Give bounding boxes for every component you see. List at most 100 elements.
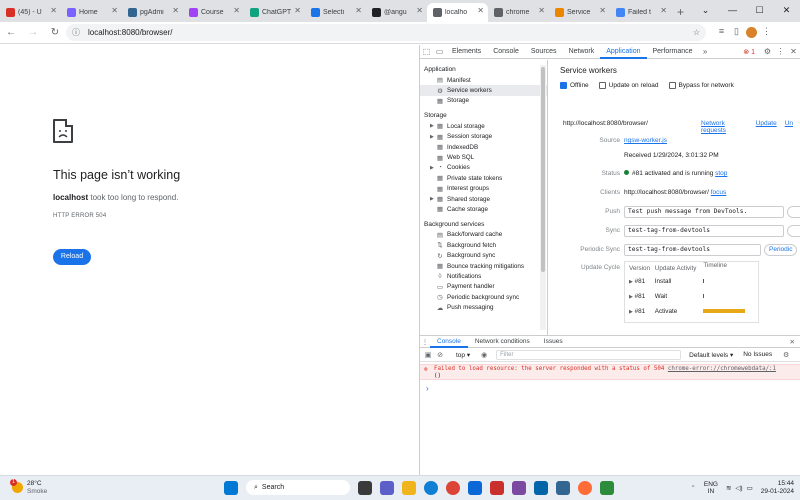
bypass-network-checkbox[interactable]: Bypass for network — [668, 82, 734, 89]
sidebar-item-bounce-tracking-mitigations[interactable]: ▦ Bounce tracking mitigations — [420, 261, 547, 271]
focus-link[interactable]: focus — [711, 189, 727, 196]
menu-kebab-icon[interactable]: ⋮ — [759, 26, 774, 40]
close-tab-icon[interactable]: ✕ — [599, 6, 606, 15]
forward-button[interactable]: → — [22, 27, 44, 38]
clear-console-icon[interactable]: ⊘ — [434, 351, 446, 359]
devtools-tab-application[interactable]: Application — [600, 45, 647, 59]
sidebar-item-session-storage[interactable]: ▶ ▦ Session storage — [420, 132, 547, 142]
devtools-tab-performance[interactable]: Performance — [647, 45, 699, 59]
browser-tab[interactable]: Selecti ✕ — [305, 3, 366, 22]
update-link[interactable]: Update — [756, 120, 777, 134]
sidebar-item-push-messaging[interactable]: ☁ Push messaging — [420, 302, 547, 312]
levels-dropdown[interactable]: Default levels ▾ — [689, 351, 733, 359]
issues-count[interactable]: No Issues — [743, 351, 772, 358]
table-row[interactable]: ▶ #81 Activate — [625, 304, 758, 319]
avatar[interactable] — [744, 26, 759, 40]
close-tab-icon[interactable]: ✕ — [172, 6, 179, 15]
bookmark-star-icon[interactable]: ☆ — [693, 28, 700, 37]
inspect-element-icon[interactable]: ⬚ — [420, 47, 433, 56]
context-select[interactable]: top ▾ — [456, 351, 470, 359]
chevron-up-icon[interactable]: ⌃ — [690, 484, 695, 492]
drawer-menu-icon[interactable]: ⋮ — [420, 338, 430, 346]
more-tabs-icon[interactable]: » — [699, 47, 712, 56]
sidebar-item-back-forward-cache[interactable]: ▤ Back/forward cache — [420, 230, 547, 240]
tab-console[interactable]: Console — [430, 336, 468, 348]
back-button[interactable]: ← — [0, 27, 22, 38]
tab-network-conditions[interactable]: Network conditions — [468, 336, 537, 348]
source-file-link[interactable]: ngsw-worker.js — [624, 137, 667, 144]
sidebar-item-manifest[interactable]: ▤ Manifest — [420, 75, 547, 85]
volume-icon[interactable]: ◁) — [735, 484, 742, 492]
unregister-link[interactable]: Un — [785, 120, 793, 134]
sidebar-item-notifications[interactable]: ◊ Notifications — [420, 271, 547, 281]
close-window-button[interactable]: ✕ — [773, 0, 800, 20]
close-tab-icon[interactable]: ✕ — [538, 6, 545, 15]
sidebar-item-local-storage[interactable]: ▶ ▦ Local storage — [420, 121, 547, 131]
red-l-app-icon[interactable] — [490, 480, 504, 495]
devtools-tab-network[interactable]: Network — [563, 45, 601, 59]
browser-tab[interactable]: Home ✕ — [61, 3, 122, 22]
browser-tab[interactable]: localho ✕ — [427, 3, 488, 22]
reload-button[interactable]: Reload — [53, 249, 91, 265]
close-tab-icon[interactable]: ✕ — [477, 6, 484, 15]
sidebar-item-private-state-tokens[interactable]: ▦ Private state tokens — [420, 173, 547, 183]
sync-input[interactable]: test-tag-from-devtools — [624, 225, 784, 237]
side-panel-icon[interactable]: ▯ — [729, 26, 744, 40]
browser-tab[interactable]: Course ✕ — [183, 3, 244, 22]
close-tab-icon[interactable]: ✕ — [355, 6, 362, 15]
sidebar-item-payment-handler[interactable]: ▭ Payment handler — [420, 282, 547, 292]
site-info-icon[interactable]: ⓘ — [72, 27, 80, 38]
sidebar-scrollbar[interactable] — [540, 65, 546, 330]
close-tab-icon[interactable]: ✕ — [111, 6, 118, 15]
new-tab-button[interactable]: + — [671, 5, 690, 22]
media-queue-icon[interactable]: ≡ — [714, 26, 729, 40]
error-source-link[interactable]: chrome-error://chromewebdata/:1 — [668, 366, 776, 372]
periodic-sync-input[interactable]: test-tag-from-devtools — [624, 244, 761, 256]
weather-widget[interactable]: 1 28°C Smoke — [10, 479, 47, 495]
edge-icon[interactable] — [424, 480, 438, 495]
browser-tab[interactable]: chrome ✕ — [488, 3, 549, 22]
tab-issues[interactable]: Issues — [537, 336, 570, 348]
pgadmin-icon[interactable] — [556, 480, 570, 495]
address-bar[interactable]: ⓘ localhost:8080/browser/ ☆ — [66, 24, 706, 41]
settings-gear-icon[interactable]: ⚙ — [761, 47, 774, 56]
chrome-icon[interactable] — [446, 480, 460, 495]
close-tab-icon[interactable]: ✕ — [660, 6, 667, 15]
maximize-button[interactable]: ☐ — [746, 0, 773, 20]
sidebar-item-cookies[interactable]: ▶ ◔ Cookies — [420, 163, 547, 173]
sidebar-item-web-sql[interactable]: ▦ Web SQL — [420, 152, 547, 162]
file-explorer-icon[interactable] — [402, 480, 416, 495]
language-indicator[interactable]: ENG IN — [704, 481, 718, 495]
sidebar-item-service-workers[interactable]: ⚙ Service workers — [420, 85, 547, 96]
sidebar-item-periodic-background-sync[interactable]: ◷ Periodic background sync — [420, 292, 547, 302]
console-prompt[interactable]: › — [426, 384, 429, 393]
browser-tab[interactable]: pgAdmi ✕ — [122, 3, 183, 22]
devtools-menu-icon[interactable]: ⋮ — [774, 47, 787, 56]
sidebar-item-indexeddb[interactable]: ▦ IndexedDB — [420, 142, 547, 152]
taskbar-search[interactable]: ⌕ Search — [246, 480, 350, 495]
teams-chat-icon[interactable] — [380, 480, 394, 495]
clock[interactable]: 15:44 29-01-2024 — [761, 480, 794, 496]
browser-tab[interactable]: Failed t ✕ — [610, 3, 671, 22]
start-windows-icon[interactable] — [224, 480, 238, 495]
app-icon[interactable] — [512, 480, 526, 495]
close-devtools-icon[interactable]: ✕ — [787, 47, 800, 56]
sidebar-toggle-icon[interactable]: ▣ — [422, 351, 434, 359]
browser-tab[interactable]: @angu ✕ — [366, 3, 427, 22]
close-tab-icon[interactable]: ✕ — [50, 6, 57, 15]
sync-button[interactable] — [787, 225, 800, 237]
sidebar-item-shared-storage[interactable]: ▶ ▦ Shared storage — [420, 194, 547, 204]
periodic-sync-button[interactable]: Periodic — [764, 244, 798, 256]
sidebar-item-background-fetch[interactable]: ⇅ Background fetch — [420, 240, 547, 250]
sidebar-item-background-sync[interactable]: ↻ Background sync — [420, 250, 547, 260]
push-input[interactable]: Test push message from DevTools. — [624, 206, 784, 218]
push-button[interactable] — [787, 206, 800, 218]
devtools-tab-sources[interactable]: Sources — [525, 45, 563, 59]
tab-search-icon[interactable]: ⌄ — [692, 0, 719, 20]
devtools-tab-console[interactable]: Console — [487, 45, 525, 59]
browser-tab[interactable]: Service ✕ — [549, 3, 610, 22]
wifi-icon[interactable]: ≋ — [726, 484, 731, 492]
sidebar-item-cache-storage[interactable]: ▦ Cache storage — [420, 204, 547, 214]
minimize-button[interactable]: — — [719, 0, 746, 20]
reload-page-button[interactable]: ↻ — [44, 27, 66, 38]
